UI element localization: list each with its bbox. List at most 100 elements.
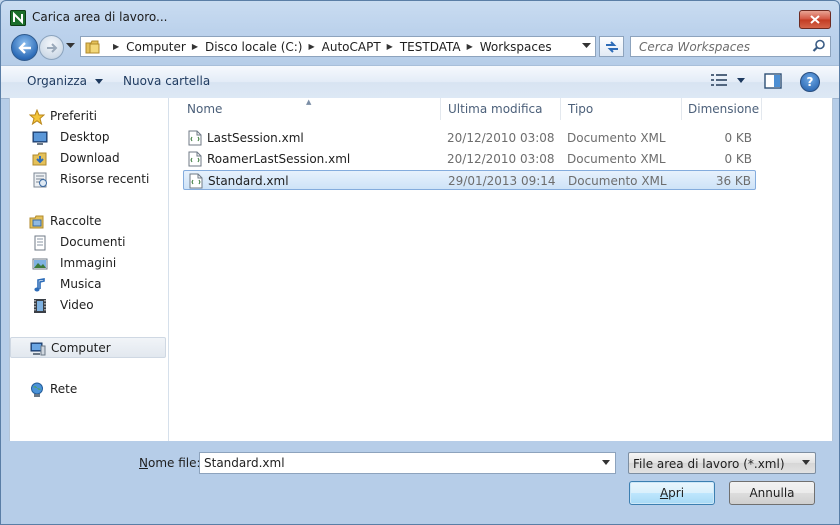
sidebar-item-libraries[interactable]: Raccolte <box>10 211 166 232</box>
back-button[interactable] <box>11 34 38 61</box>
sidebar-label: Download <box>60 151 120 165</box>
content-area: Preferiti Desktop Download Risorse recen… <box>9 98 833 441</box>
libraries-icon <box>29 215 44 229</box>
documents-icon <box>34 235 46 251</box>
file-type: Documento XML <box>567 131 666 145</box>
sidebar-label: Video <box>60 298 94 312</box>
forward-button[interactable] <box>39 35 64 60</box>
sidebar-label: Raccolte <box>50 214 102 228</box>
column-header-size[interactable]: Dimensione <box>688 98 759 120</box>
recent-places-icon <box>33 172 47 188</box>
file-row[interactable]: RoamerLastSession.xml 20/12/2010 03:08 D… <box>183 149 756 169</box>
sidebar-item-computer[interactable]: Computer <box>10 337 166 358</box>
breadcrumb: ▶ Computer ▶ Disco locale (C:) ▶ AutoCAP… <box>107 40 552 54</box>
search-input[interactable] <box>631 37 809 56</box>
sidebar-label: Rete <box>50 382 78 396</box>
sidebar-label: Preferiti <box>50 109 97 123</box>
chevron-right-icon[interactable]: ▶ <box>309 42 315 51</box>
help-icon[interactable]: ? <box>800 72 820 92</box>
sidebar-item-documents[interactable]: Documenti <box>10 232 166 253</box>
column-header-name[interactable]: Nome <box>187 98 222 120</box>
sidebar-item-desktop[interactable]: Desktop <box>10 127 166 148</box>
breadcrumb-local-disk[interactable]: Disco locale (C:) <box>205 40 303 54</box>
xml-file-icon <box>188 130 202 146</box>
sidebar-item-download[interactable]: Download <box>10 148 166 169</box>
sidebar-item-favorites[interactable]: Preferiti <box>10 106 166 127</box>
recent-pages-dropdown-icon[interactable] <box>66 43 75 49</box>
file-size: 36 KB <box>715 174 751 188</box>
file-name: RoamerLastSession.xml <box>207 152 351 166</box>
filter-value: File area di lavoro (*.xml) <box>633 457 785 471</box>
column-divider[interactable] <box>440 98 441 120</box>
organize-menu[interactable]: Organizza <box>27 74 103 88</box>
filename-input[interactable] <box>200 453 594 473</box>
file-modified: 20/12/2010 03:08 <box>447 131 555 145</box>
breadcrumb-workspaces[interactable]: Workspaces <box>480 40 552 54</box>
chevron-right-icon[interactable]: ▶ <box>113 42 119 51</box>
file-size: 0 KB <box>724 152 752 166</box>
breadcrumb-testdata[interactable]: TESTDATA <box>400 40 461 54</box>
sidebar-item-videos[interactable]: Video <box>10 295 166 316</box>
file-row[interactable]: LastSession.xml 20/12/2010 03:08 Documen… <box>183 128 756 148</box>
star-icon <box>29 109 45 125</box>
navigation-pane[interactable]: Preferiti Desktop Download Risorse recen… <box>10 98 169 441</box>
address-dropdown-icon[interactable] <box>582 43 591 49</box>
file-size: 0 KB <box>724 131 752 145</box>
file-list[interactable]: ▲ Nome Ultima modifica Tipo Dimensione L… <box>169 98 832 441</box>
xml-file-icon <box>189 173 203 189</box>
search-icon[interactable] <box>812 39 826 53</box>
sidebar-label: Musica <box>60 277 102 291</box>
breadcrumb-computer[interactable]: Computer <box>126 40 186 54</box>
organize-label: Organizza <box>27 74 88 88</box>
sidebar-label: Computer <box>51 341 111 355</box>
sidebar-label: Documenti <box>60 235 126 249</box>
xml-file-icon <box>188 151 202 167</box>
sidebar-item-recent-places[interactable]: Risorse recenti <box>10 169 166 190</box>
computer-icon <box>30 342 46 356</box>
filename-combobox[interactable] <box>199 452 616 474</box>
app-n-icon <box>10 10 26 26</box>
sidebar-label: Immagini <box>60 256 117 270</box>
details-view-icon <box>711 74 727 86</box>
new-folder-button[interactable]: Nuova cartella <box>123 74 210 88</box>
chevron-down-icon[interactable] <box>602 460 610 465</box>
chevron-right-icon[interactable]: ▶ <box>192 42 198 51</box>
video-icon <box>34 299 46 313</box>
sidebar-item-music[interactable]: Musica <box>10 274 166 295</box>
close-icon <box>810 15 820 24</box>
view-options-button[interactable] <box>711 74 745 86</box>
pictures-icon <box>32 258 48 270</box>
column-divider[interactable] <box>681 98 682 120</box>
chevron-right-icon[interactable]: ▶ <box>387 42 393 51</box>
breadcrumb-autocapt[interactable]: AutoCAPT <box>322 40 381 54</box>
cancel-button[interactable]: Annulla <box>729 481 815 505</box>
network-icon <box>31 382 43 397</box>
column-header-type[interactable]: Tipo <box>568 98 593 120</box>
refresh-icon <box>605 40 618 53</box>
address-bar[interactable]: ▶ Computer ▶ Disco locale (C:) ▶ AutoCAP… <box>80 36 596 57</box>
window-title: Carica area di lavoro... <box>32 10 168 24</box>
column-divider[interactable] <box>761 98 762 120</box>
chevron-right-icon[interactable]: ▶ <box>467 42 473 51</box>
preview-pane-icon[interactable] <box>764 73 782 89</box>
folder-icon <box>85 40 100 53</box>
file-name: LastSession.xml <box>207 131 304 145</box>
refresh-button[interactable] <box>599 36 624 57</box>
title-bar[interactable]: Carica area di lavoro... <box>1 1 839 33</box>
sidebar-item-pictures[interactable]: Immagini <box>10 253 166 274</box>
search-box[interactable] <box>630 36 831 57</box>
desktop-icon <box>32 131 48 145</box>
music-icon <box>34 278 45 292</box>
open-button[interactable]: Apri <box>629 481 715 505</box>
close-button[interactable] <box>799 10 831 29</box>
open-mnemonic: A <box>659 486 669 500</box>
file-modified: 20/12/2010 03:08 <box>447 152 555 166</box>
column-divider[interactable] <box>560 98 561 120</box>
file-name: Standard.xml <box>208 174 289 188</box>
sidebar-item-network[interactable]: Rete <box>10 379 166 400</box>
file-type-filter[interactable]: File area di lavoro (*.xml) <box>628 452 816 474</box>
sort-ascending-icon: ▲ <box>306 98 312 106</box>
sidebar-label: Desktop <box>60 130 110 144</box>
file-row-selected[interactable]: Standard.xml 29/01/2013 09:14 Documento … <box>183 170 756 190</box>
column-header-modified[interactable]: Ultima modifica <box>448 98 543 120</box>
